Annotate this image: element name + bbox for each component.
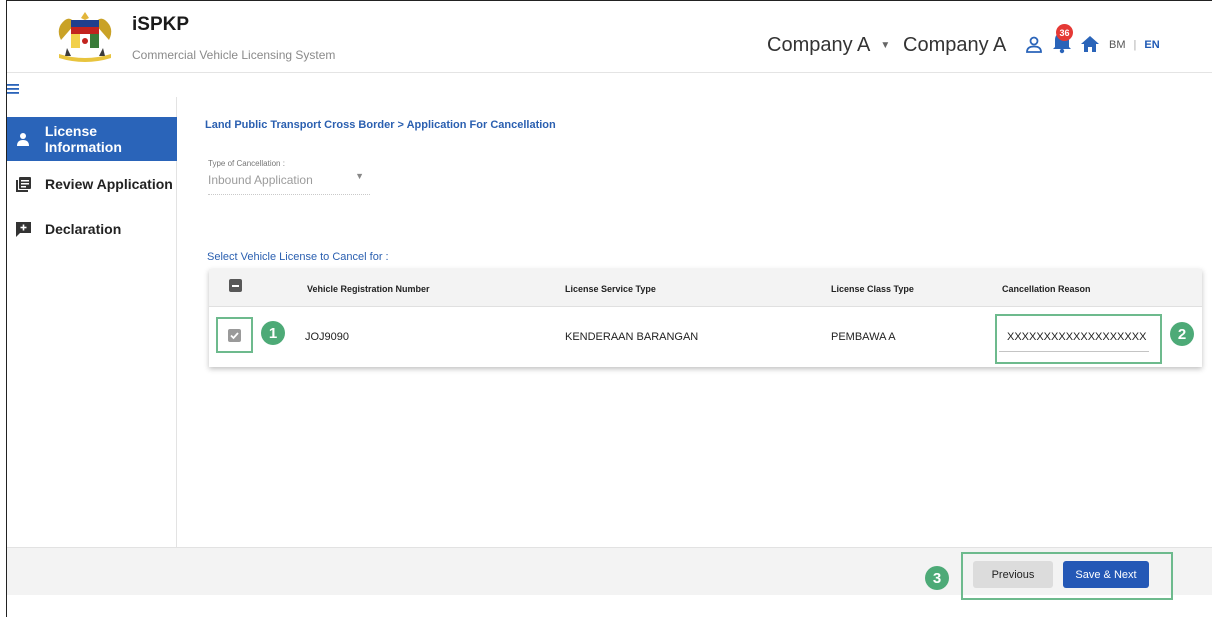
column-header: Cancellation Reason [1002,284,1091,294]
cancellation-type-select[interactable]: Inbound Application ▼ [208,171,370,195]
previous-button[interactable]: Previous [973,561,1053,588]
table-row: JOJ9090 KENDERAAN BARANGAN PEMBAWA A [209,307,1202,367]
annotation-step-3-badge: 3 [925,566,949,590]
sidebar-item-declaration[interactable]: Declaration [7,207,177,251]
annotation-step-1-badge: 1 [261,321,285,345]
hamburger-menu-icon[interactable] [7,83,19,95]
sidebar-item-label: Review Application [45,176,173,192]
checkmark-icon [230,332,239,340]
select-all-checkbox[interactable] [229,279,242,292]
column-header: License Service Type [565,284,656,294]
caret-down-icon: ▼ [880,40,891,51]
row-checkbox[interactable] [228,329,241,342]
sidebar-item-label: Declaration [45,221,122,237]
sidebar-item-label: License Information [44,123,122,155]
document-list-icon [15,176,31,192]
home-icon[interactable] [1081,36,1099,52]
footer-action-bar: Previous Save & Next [7,547,1212,595]
lang-separator: | [1133,39,1137,51]
malaysia-coat-of-arms-logo [58,12,112,62]
lang-bm-link[interactable]: BM [1109,39,1126,51]
cancellation-type-value: Inbound Application [208,173,313,187]
user-profile-icon[interactable] [1025,36,1043,54]
language-switcher: BM | EN [1109,39,1160,51]
license-service-type-cell: KENDERAAN BARANGAN [565,331,699,343]
app-title: iSPKP [132,14,190,35]
cancellation-type-label: Type of Cancellation : [208,159,285,168]
app-subtitle: Commercial Vehicle Licensing System [132,48,336,62]
select-vehicle-label: Select Vehicle License to Cancel for : [207,251,389,263]
lang-en-link[interactable]: EN [1144,39,1159,51]
add-comment-icon [15,221,31,237]
company-selector-dropdown[interactable]: Company A ▼ [767,34,890,57]
vehicle-registration-cell: JOJ9090 [305,331,350,343]
app-window: iSPKP Commercial Vehicle Licensing Syste… [6,0,1212,617]
annotation-step-2-badge: 2 [1170,322,1194,346]
company-name: Company A [903,34,1007,56]
table-header: Vehicle Registration Number License Serv… [209,269,1202,307]
column-header: Vehicle Registration Number [307,284,430,294]
top-header: iSPKP Commercial Vehicle Licensing Syste… [7,1,1212,73]
vehicle-license-table: Vehicle Registration Number License Serv… [209,269,1202,367]
license-class-type-cell: PEMBAWA A [831,331,896,343]
column-header: License Class Type [831,284,914,294]
breadcrumb: Land Public Transport Cross Border > App… [205,119,556,131]
sidebar-item-license-information[interactable]: License Information [7,117,177,161]
save-next-button[interactable]: Save & Next [1063,561,1149,588]
caret-down-icon: ▼ [355,171,364,181]
sidebar: License Information Review Application D… [7,97,177,547]
person-icon [15,131,31,147]
sidebar-item-review-application[interactable]: Review Application [7,162,177,206]
cancellation-reason-input[interactable] [999,322,1149,352]
company-selector-label: Company A [767,34,871,56]
notification-count-badge: 36 [1056,24,1073,41]
